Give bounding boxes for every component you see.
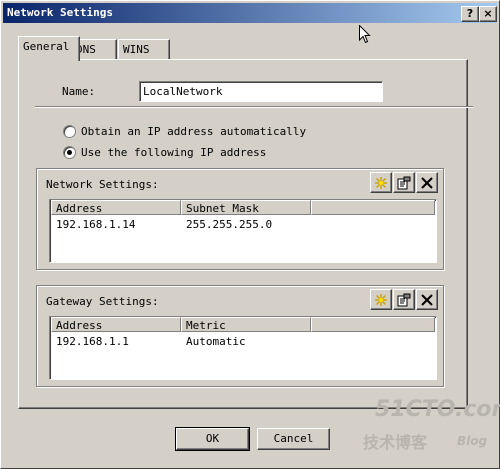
name-label: Name: [62,85,96,98]
network-settings-label: Network Settings: [46,178,159,191]
watermark-logo: 51CTO.com [375,397,500,422]
add-icon [375,293,387,306]
gateway-row-address: 192.168.1.1 [56,335,129,348]
delete-icon [421,293,433,306]
gateway-col-empty [311,317,435,332]
network-add-button[interactable] [370,172,392,193]
cancel-button[interactable]: Cancel [257,428,330,450]
window-title: Network Settings [7,6,113,19]
gateway-col-address[interactable]: Address [51,317,181,332]
gateway-row-metric: Automatic [186,335,246,348]
ok-button[interactable]: OK [175,427,250,451]
network-col-empty [311,200,435,215]
dialog-window: Network Settings ? × General DNS WINS Na… [0,0,500,469]
network-address-list[interactable]: Address Subnet Mask 192.168.1.14 255.255… [49,199,437,263]
gateway-add-button[interactable] [370,289,392,310]
title-bar[interactable]: Network Settings ? × [3,3,497,23]
gateway-delete-button[interactable] [416,289,438,310]
network-row-subnet: 255.255.255.0 [186,218,273,231]
network-row-address: 192.168.1.14 [56,218,136,231]
gateway-list[interactable]: Address Metric 192.168.1.1 Automatic [49,316,437,380]
gateway-settings-group: Gateway Settings: Address Metric 192.168… [36,285,444,387]
network-col-subnet[interactable]: Subnet Mask [181,200,311,215]
gateway-col-metric[interactable]: Metric [181,317,311,332]
help-button[interactable]: ? [461,6,479,22]
watermark-blog: Blog [457,434,488,448]
add-icon [375,176,387,189]
radio-auto-ip[interactable] [63,125,76,138]
network-col-address[interactable]: Address [51,200,181,215]
tab-panel-general: Name: LocalNetwork Obtain an IP address … [18,59,473,409]
name-field[interactable]: LocalNetwork [139,81,383,102]
properties-icon [397,176,411,189]
network-delete-button[interactable] [416,172,438,193]
network-settings-group: Network Settings: Address Subnet Mask 19… [36,168,444,270]
name-field-value: LocalNetwork [143,85,223,98]
watermark-subtitle: 技术博客 [363,433,428,452]
separator [35,106,473,108]
delete-icon [421,176,433,189]
tab-general-label: General [23,40,70,53]
table-row[interactable]: 192.168.1.1 Automatic [51,334,435,348]
radio-auto-ip-label[interactable]: Obtain an IP address automatically [81,125,306,138]
close-button[interactable]: × [479,6,497,22]
table-row[interactable]: 192.168.1.14 255.255.255.0 [51,217,435,231]
radio-manual-ip-label[interactable]: Use the following IP address [81,146,266,159]
gateway-settings-label: Gateway Settings: [46,295,159,308]
radio-selected-dot [67,150,72,155]
tab-wins-label: WINS [123,43,150,56]
tab-wins[interactable]: WINS [118,39,170,60]
radio-manual-ip[interactable] [63,146,76,159]
network-properties-button[interactable] [393,172,415,193]
gateway-properties-button[interactable] [393,289,415,310]
mouse-cursor-icon [359,25,371,44]
properties-icon [397,293,411,306]
tab-general[interactable]: General [18,36,80,61]
